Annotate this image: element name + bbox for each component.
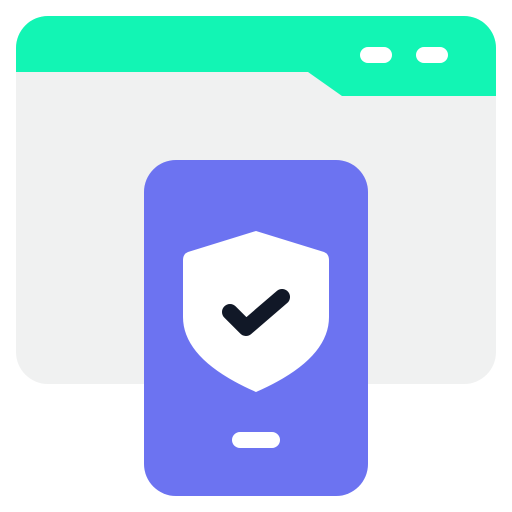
window-control-dot — [360, 47, 392, 63]
icon-canvas — [0, 0, 512, 512]
home-indicator — [232, 432, 280, 448]
mobile-security-icon — [16, 16, 496, 496]
window-control-dot — [416, 47, 448, 63]
